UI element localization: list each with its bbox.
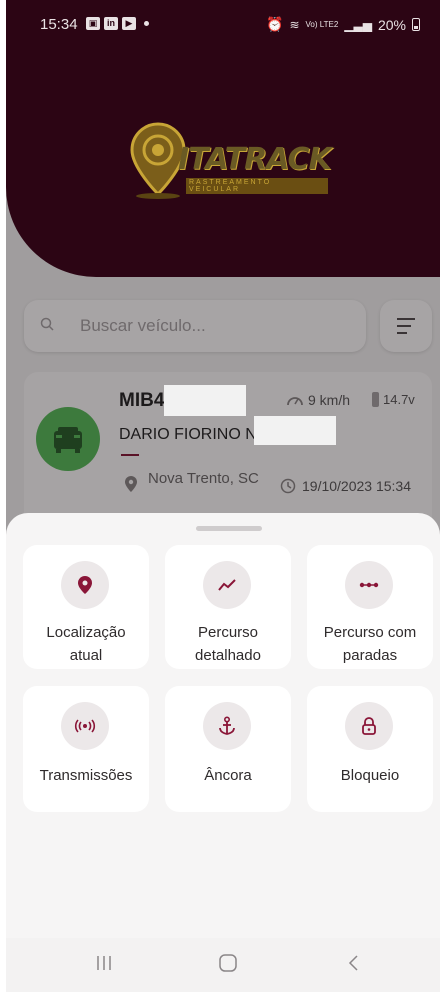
stops-dots-icon	[345, 561, 393, 609]
action-label: paradas	[342, 647, 398, 664]
home-button[interactable]	[218, 954, 238, 978]
vehicle-city: Nova Trento, SC	[148, 470, 259, 487]
redaction-box	[164, 385, 246, 416]
broadcast-icon	[61, 702, 109, 750]
search-bar[interactable]	[24, 300, 366, 352]
route-line-icon	[203, 561, 251, 609]
search-icon	[40, 317, 54, 331]
filter-button[interactable]	[380, 300, 432, 352]
network-label: Vo) LTE2	[305, 20, 339, 29]
action-label: Transmissões	[39, 767, 133, 784]
filter-icon	[397, 318, 415, 334]
actions-bottom-sheet: Localização atual Percurso detalhado Per…	[6, 513, 440, 992]
action-label: Bloqueio	[340, 767, 400, 784]
logo-tagline: RASTREAMENTO VEICULAR	[186, 178, 328, 194]
action-transmissions[interactable]: Transmissões	[23, 686, 149, 812]
voltage-indicator: 14.7v	[372, 392, 415, 407]
speed-indicator: 9 km/h	[286, 392, 350, 408]
status-bar: 15:34 ▣ in ▶ ⏰ ≋ Vo) LTE2 ▁▃▅ 20%	[6, 14, 440, 38]
action-label: Percurso com	[323, 624, 417, 641]
car-icon	[54, 427, 82, 453]
location-pin-icon	[125, 476, 137, 492]
sheet-drag-handle[interactable]	[196, 526, 262, 531]
redaction-box	[254, 416, 336, 445]
signal-icon: ▁▃▅	[344, 17, 372, 32]
back-button[interactable]	[344, 954, 364, 978]
search-input[interactable]	[80, 314, 340, 338]
system-status: ⏰ ≋ Vo) LTE2 ▁▃▅ 20%	[266, 16, 420, 33]
location-pin-icon	[61, 561, 109, 609]
system-navigation-bar	[6, 938, 440, 992]
clock-icon	[280, 478, 296, 494]
action-location[interactable]: Localização atual	[23, 545, 149, 669]
vehicle-card[interactable]: MIB4 DARIO FIORINO N 9 km/h 14.7v Nova T…	[24, 372, 432, 532]
notification-icons: ▣ in ▶	[86, 17, 149, 30]
speed-value: 9 km/h	[308, 392, 351, 408]
image-icon: ▣	[86, 17, 100, 30]
vehicle-status-avatar	[36, 407, 100, 471]
lock-icon	[345, 702, 393, 750]
vehicle-plate: MIB4	[119, 390, 165, 411]
more-notifications-icon	[144, 21, 149, 26]
action-anchor[interactable]: Âncora	[165, 686, 291, 812]
action-label: detalhado	[195, 647, 261, 664]
linkedin-icon: in	[104, 17, 118, 30]
logo-wordmark: ITATRACK	[178, 142, 332, 177]
accent-divider	[121, 454, 139, 456]
last-update: 19/10/2023 15:34	[280, 478, 411, 494]
action-label: Percurso	[197, 624, 259, 641]
anchor-icon	[203, 702, 251, 750]
itatrack-logo: ITATRACK RASTREAMENTO VEICULAR	[128, 120, 332, 200]
last-update-value: 19/10/2023 15:34	[302, 478, 411, 494]
action-route-with-stops[interactable]: Percurso com paradas	[307, 545, 433, 669]
battery-icon	[372, 392, 379, 407]
action-block[interactable]: Bloqueio	[307, 686, 433, 812]
battery-percent: 20%	[377, 16, 406, 33]
youtube-icon: ▶	[122, 17, 136, 30]
wifi-icon: ≋	[289, 17, 300, 32]
app-screen: 15:34 ▣ in ▶ ⏰ ≋ Vo) LTE2 ▁▃▅ 20% ITATRA…	[6, 0, 440, 992]
speedometer-icon	[287, 397, 303, 406]
recent-apps-button[interactable]	[94, 954, 114, 978]
voltage-value: 14.7v	[383, 392, 415, 407]
battery-icon	[412, 18, 420, 31]
alarm-icon: ⏰	[266, 16, 284, 32]
action-detailed-route[interactable]: Percurso detalhado	[165, 545, 291, 669]
action-label: Localização	[46, 624, 126, 641]
action-label: Âncora	[204, 767, 252, 784]
vehicle-driver: DARIO FIORINO N	[119, 426, 257, 443]
action-label: atual	[69, 647, 103, 664]
status-time: 15:34	[40, 16, 78, 33]
